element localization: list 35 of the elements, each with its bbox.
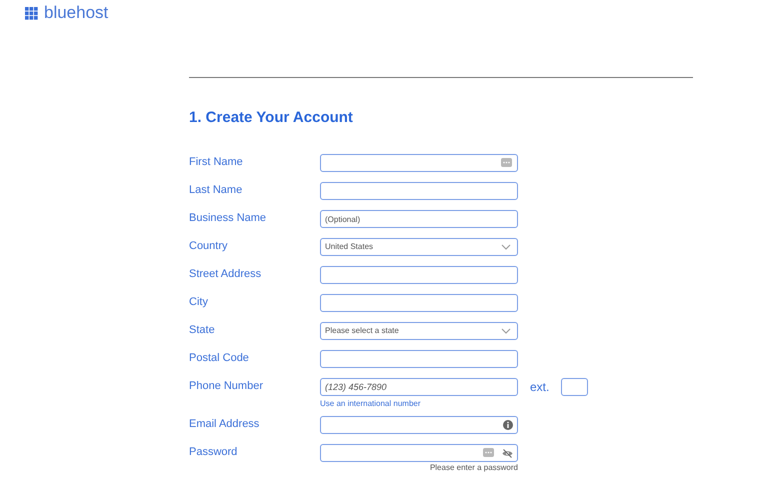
info-icon [503, 420, 513, 430]
field-label: Last Name [189, 183, 244, 198]
text-field[interactable] [320, 182, 518, 200]
field-label: State [189, 323, 216, 338]
logo-text[interactable]: bluehost [44, 4, 108, 22]
field-label: City [189, 295, 209, 310]
ext-field[interactable] [561, 378, 588, 396]
autofill-icon[interactable] [501, 158, 512, 167]
text-field[interactable] [320, 154, 518, 172]
ext-label: ext. [530, 379, 550, 396]
phone-field[interactable]: (123) 456-7890 [320, 378, 518, 396]
field-label: Phone Number [189, 379, 264, 394]
field-label: Password [189, 445, 238, 460]
text-field[interactable] [320, 350, 518, 368]
field-label: First Name [189, 155, 244, 170]
chevron-down-icon [501, 328, 511, 334]
field-label: Country [189, 239, 229, 254]
text-field[interactable] [320, 294, 518, 312]
select-field[interactable]: Please select a state [320, 322, 518, 340]
eye-off-icon[interactable] [502, 449, 513, 458]
grid-logo-icon [25, 6, 38, 20]
field-label: Business Name [189, 211, 268, 226]
field-label: Postal Code [189, 351, 250, 366]
field-label: Street Address [189, 267, 262, 282]
chevron-down-icon [501, 244, 511, 250]
section-title: 1. Create Your Account [189, 108, 354, 128]
international-number-link[interactable]: Use an international number [320, 399, 588, 409]
autofill-icon[interactable] [483, 448, 494, 457]
select-field[interactable]: United States [320, 238, 518, 256]
text-field[interactable] [320, 266, 518, 284]
email-field[interactable] [320, 416, 518, 434]
password-field[interactable] [320, 444, 518, 462]
field-label: Email Address [189, 417, 260, 432]
text-field[interactable]: (Optional) [320, 210, 518, 228]
password-hint: Please enter a password [430, 463, 518, 473]
